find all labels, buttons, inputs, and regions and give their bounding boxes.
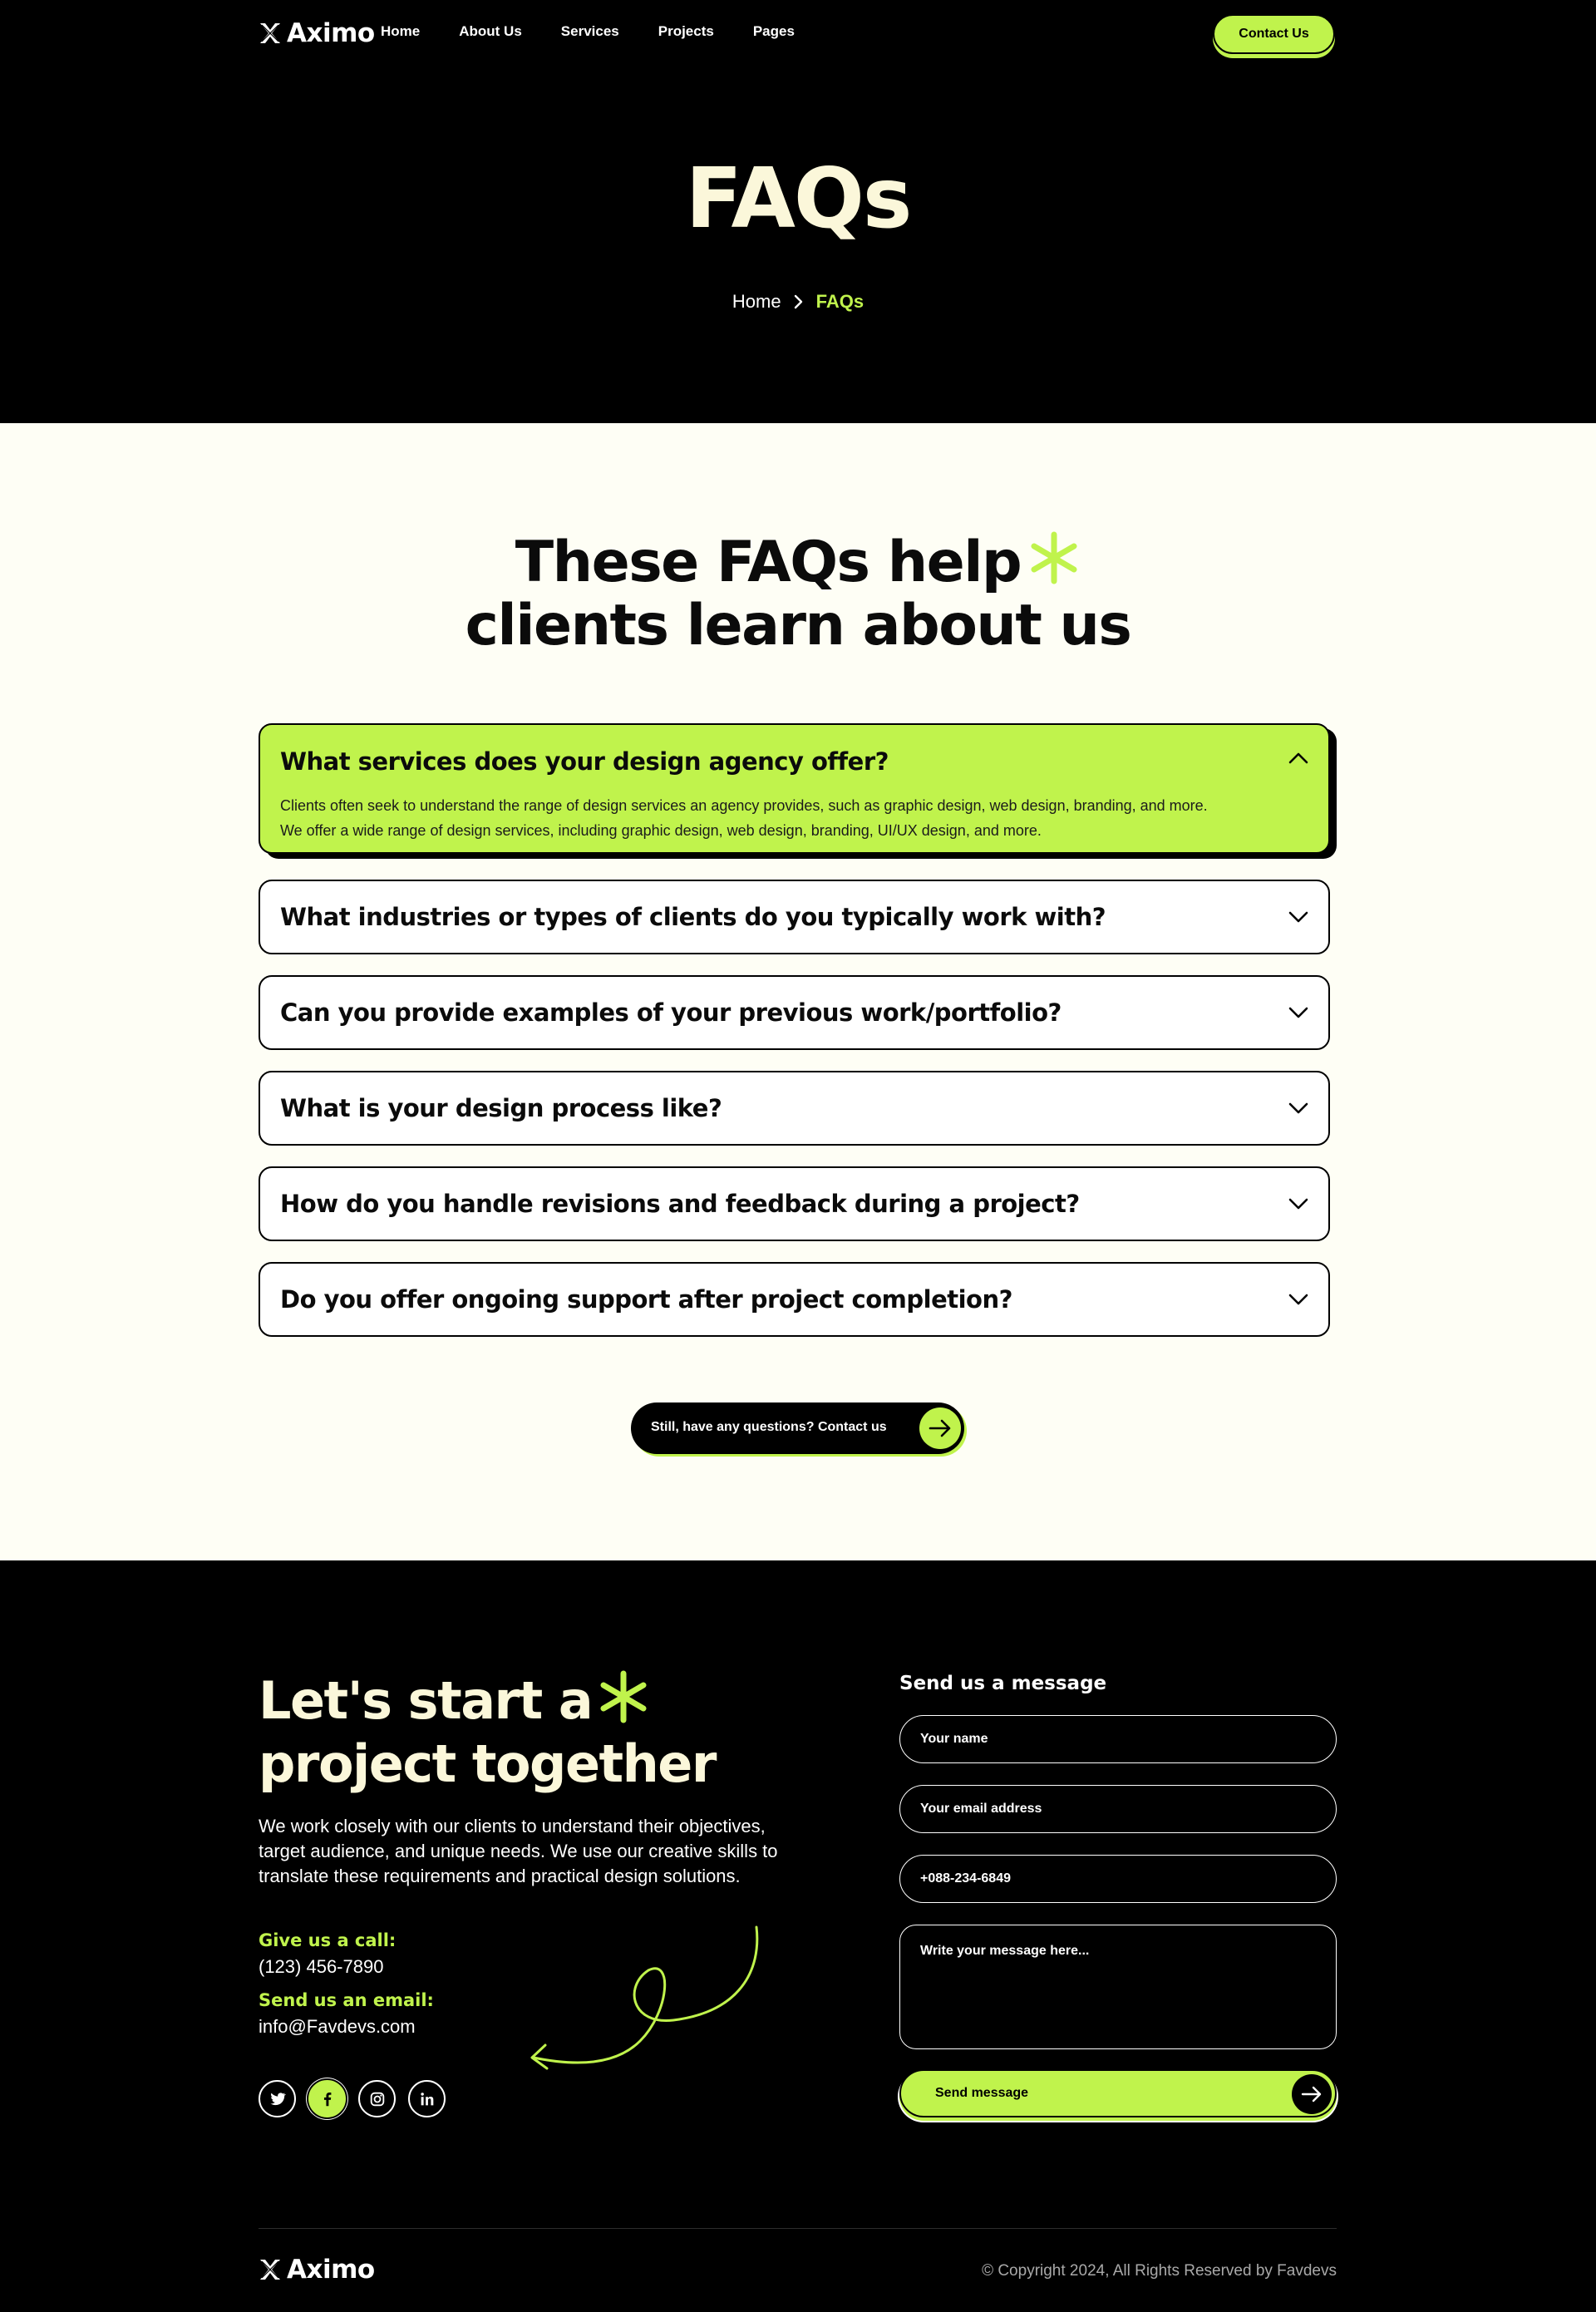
main-nav: Home About Us Services Projects Pages <box>381 23 834 40</box>
cta-title-line2: project together <box>259 1733 717 1794</box>
asterisk-star-icon <box>600 1670 647 1723</box>
faq-item[interactable]: What industries or types of clients do y… <box>259 880 1330 954</box>
send-message-label: Send message <box>935 2086 1029 2100</box>
still-questions-label: Still, have any questions? Contact us <box>651 1420 887 1434</box>
brand-name: Aximo <box>287 2255 375 2285</box>
faq-section: These FAQs help clients learn about us W… <box>0 423 1596 1560</box>
arrow-right-icon <box>1301 2086 1322 2102</box>
nav-item-pages[interactable]: Pages <box>753 23 795 40</box>
aximo-logo-icon <box>260 23 280 43</box>
breadcrumb: Home FAQs <box>0 291 1596 313</box>
faq-answer: Clients often seek to understand the ran… <box>280 797 1208 839</box>
nav-item-home[interactable]: Home <box>381 23 420 40</box>
nav-item-services[interactable]: Services <box>561 23 619 40</box>
chevron-right-icon <box>794 294 802 309</box>
contact-us-button[interactable]: Contact Us <box>1213 14 1335 54</box>
twitter-icon <box>269 2092 286 2105</box>
nav-item-about[interactable]: About Us <box>459 23 522 40</box>
chevron-down-icon[interactable] <box>1287 1195 1310 1212</box>
brand-logo[interactable]: Aximo <box>259 17 375 50</box>
call-label: Give us a call: <box>259 1930 397 1950</box>
nav-item-projects[interactable]: Projects <box>658 23 714 40</box>
faq-item[interactable]: Do you offer ongoing support after proje… <box>259 1262 1330 1337</box>
copyright-text: © Copyright 2024, All Rights Reserved by… <box>982 2262 1337 2280</box>
arrow-right-circle <box>919 1407 961 1449</box>
brand-name: Aximo <box>287 18 375 48</box>
faq-item[interactable]: Can you provide examples of your previou… <box>259 975 1330 1050</box>
arrow-right-circle <box>1292 2074 1332 2114</box>
facebook-icon <box>323 2092 331 2106</box>
cta-title-line1: Let's start a <box>259 1670 594 1731</box>
faq-item-expanded[interactable]: What services does your design agency of… <box>259 723 1330 854</box>
chevron-down-icon[interactable] <box>1287 909 1310 925</box>
faq-question[interactable]: Do you offer ongoing support after proje… <box>280 1264 1012 1335</box>
faq-item[interactable]: What is your design process like? <box>259 1071 1330 1146</box>
curly-arrow-doodle-icon <box>530 1925 759 2070</box>
footer-brand-logo[interactable]: Aximo <box>259 2253 375 2286</box>
faq-heading-line1: These FAQs help <box>515 530 1022 595</box>
facebook-link[interactable] <box>308 2080 346 2117</box>
cta-title: Let's start a project together <box>259 1669 717 1796</box>
arrow-right-icon <box>929 1419 951 1437</box>
faq-question[interactable]: What is your design process like? <box>280 1072 722 1144</box>
faq-heading-line2: clients learn about us <box>465 593 1132 658</box>
social-links <box>259 2080 446 2117</box>
form-title: Send us a message <box>899 1673 1107 1694</box>
chevron-down-icon[interactable] <box>1287 1100 1310 1117</box>
faq-question[interactable]: What services does your design agency of… <box>280 728 889 795</box>
still-questions-contact-button[interactable]: Still, have any questions? Contact us <box>631 1402 964 1454</box>
name-field[interactable] <box>899 1715 1337 1763</box>
instagram-link[interactable] <box>358 2080 396 2117</box>
linkedin-icon <box>420 2092 433 2105</box>
instagram-icon <box>370 2092 384 2106</box>
twitter-link[interactable] <box>259 2080 296 2117</box>
top-navbar: Aximo Home About Us Services Projects Pa… <box>0 0 1596 67</box>
faq-heading: These FAQs help clients learn about us <box>0 531 1596 658</box>
aximo-logo-icon <box>260 2260 280 2280</box>
chevron-up-icon[interactable] <box>1287 750 1310 767</box>
phone-field[interactable] <box>899 1855 1337 1903</box>
send-message-button[interactable]: Send message <box>899 2069 1337 2117</box>
message-field[interactable] <box>899 1925 1337 2049</box>
faq-question[interactable]: How do you handle revisions and feedback… <box>280 1168 1080 1240</box>
breadcrumb-home-link[interactable]: Home <box>732 291 781 313</box>
linkedin-link[interactable] <box>408 2080 446 2117</box>
chevron-down-icon[interactable] <box>1287 1004 1310 1021</box>
chevron-down-icon[interactable] <box>1287 1291 1310 1308</box>
email-address[interactable]: info@Favdevs.com <box>259 2016 416 2038</box>
email-label: Send us an email: <box>259 1990 434 2010</box>
faq-question[interactable]: Can you provide examples of your previou… <box>280 977 1062 1048</box>
faq-item[interactable]: How do you handle revisions and feedback… <box>259 1166 1330 1241</box>
footer-divider <box>259 2228 1337 2229</box>
cta-description: We work closely with our clients to unde… <box>259 1816 778 1886</box>
page-title: FAQs <box>685 150 913 247</box>
faq-question[interactable]: What industries or types of clients do y… <box>280 881 1106 953</box>
email-field[interactable] <box>899 1785 1337 1833</box>
breadcrumb-current: FAQs <box>815 291 864 312</box>
phone-number[interactable]: (123) 456-7890 <box>259 1956 383 1978</box>
asterisk-star-icon <box>1031 531 1077 584</box>
